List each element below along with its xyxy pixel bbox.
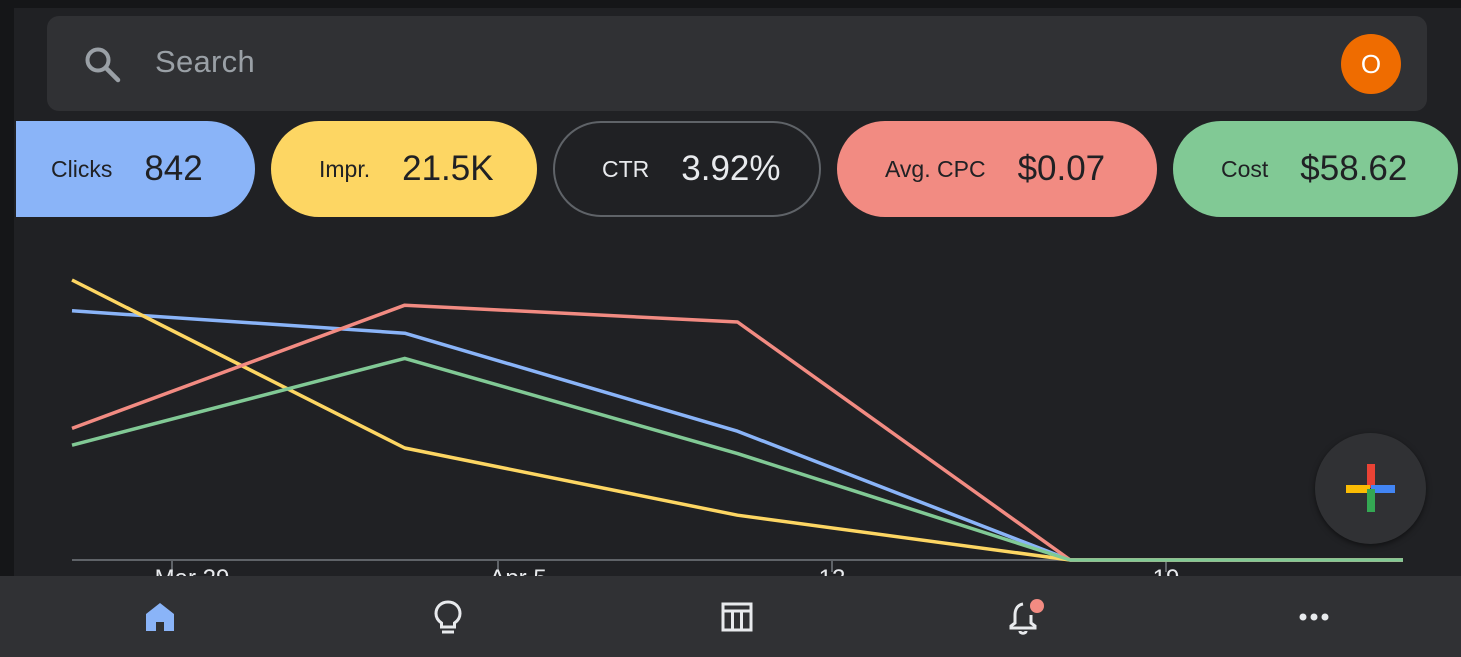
metric-chip-clicks[interactable]: Clicks 842 [16,121,255,217]
series-line-0 [71,309,1403,562]
metric-label: Impr. [319,155,371,182]
nav-campaigns[interactable] [707,576,767,657]
metric-chip-impressions[interactable]: Impr. 21.5K [271,121,537,217]
more-icon [1299,613,1329,620]
metric-chip-avg-cpc[interactable]: Avg. CPC $0.07 [837,121,1157,217]
app-screen: Search O Clicks 842 Impr. 21.5K CTR 3.92… [0,0,1461,657]
nav-more[interactable] [1284,576,1344,657]
status-strip [0,0,1461,8]
campaigns-table-icon [721,602,753,631]
account-avatar[interactable]: O [1341,34,1401,94]
metric-label: Cost [1221,155,1269,182]
home-icon [146,602,174,631]
metric-label: Avg. CPC [885,155,986,182]
metric-label: CTR [602,155,650,182]
lightbulb-icon [434,599,462,633]
nav-home[interactable] [130,576,190,657]
notification-badge [1030,598,1044,613]
search-input[interactable]: Search [155,44,255,80]
performance-chart: Mar 29 Apr 5 12 19 [71,278,1403,580]
metric-label: Clicks [51,155,113,182]
metric-value: $58.62 [1300,149,1408,188]
series-line-3 [71,356,1403,562]
metric-chip-cost[interactable]: Cost $58.62 [1173,121,1458,217]
metric-value: 842 [144,149,203,188]
metric-value: $0.07 [1017,149,1106,188]
notifications-icon [1009,598,1044,635]
nav-recommendations[interactable] [418,576,478,657]
search-icon[interactable] [82,44,122,84]
add-button[interactable] [1315,433,1426,544]
nav-notifications[interactable] [996,576,1056,657]
metric-chip-ctr[interactable]: CTR 3.92% [553,121,821,217]
metric-value: 3.92% [681,149,781,188]
add-icon [1346,464,1395,512]
metric-value: 21.5K [402,149,494,188]
